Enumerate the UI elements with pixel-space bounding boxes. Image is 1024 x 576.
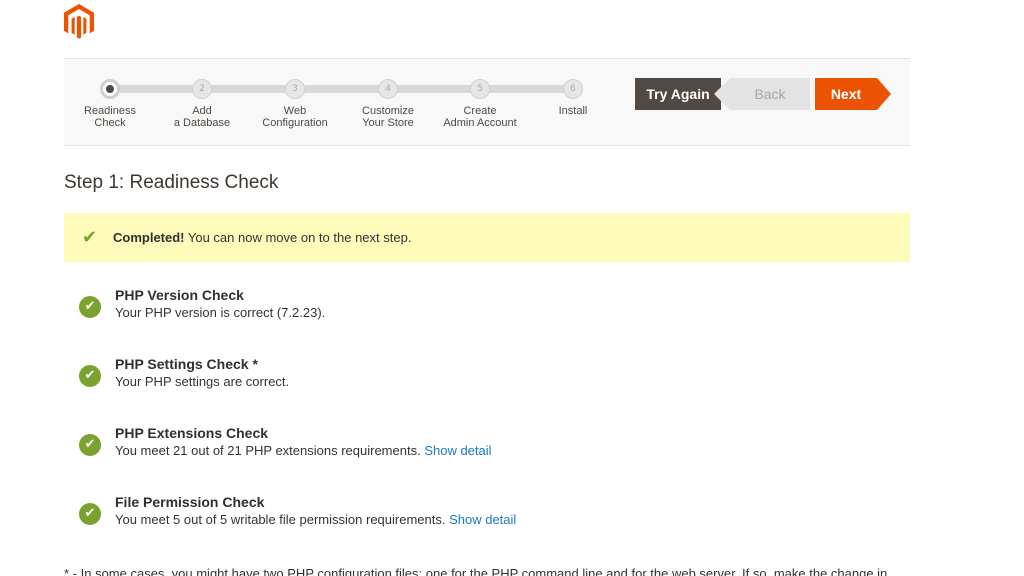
step-label: Create Admin Account [443, 105, 517, 129]
step-number: 2 [192, 79, 212, 99]
wizard-step-customize-store: 4 Customize Your Store [342, 79, 434, 129]
checkmark-icon: ✔ [82, 227, 98, 248]
wizard-step-web-configuration: 3 Web Configuration [249, 79, 341, 129]
step-number: 5 [470, 79, 490, 99]
success-check-icon: ✔ [79, 365, 101, 387]
php-extensions-check: ✔ PHP Extensions Check You meet 21 out o… [64, 425, 910, 471]
show-detail-link[interactable]: Show detail [449, 512, 516, 527]
success-check-icon: ✔ [79, 503, 101, 525]
check-title: PHP Extensions Check [115, 425, 269, 441]
success-check-icon: ✔ [79, 296, 101, 318]
check-description: Your PHP version is correct (7.2.23). [115, 305, 326, 320]
back-button[interactable]: Back [714, 78, 810, 110]
completed-notice: ✔ Completed! You can now move on to the … [64, 213, 910, 262]
page-title: Step 1: Readiness Check [64, 172, 279, 193]
setup-wizard-progress: Readiness Check 2 Add a Database 3 Web C… [64, 58, 910, 146]
check-description: You meet 21 out of 21 PHP extensions req… [115, 443, 492, 458]
wizard-step-install: 6 Install [527, 79, 619, 117]
file-permission-check: ✔ File Permission Check You meet 5 out o… [64, 494, 910, 540]
check-description: You meet 5 out of 5 writable file permis… [115, 512, 517, 527]
step-label: Web Configuration [262, 105, 328, 129]
step-number: 6 [563, 79, 583, 99]
check-title: PHP Settings Check * [115, 356, 258, 372]
php-config-footnote: * - In some cases, you might have two PH… [64, 566, 888, 576]
step-label: Add a Database [173, 105, 231, 129]
wizard-step-readiness-check: Readiness Check [64, 79, 156, 129]
notice-message: Completed! You can now move on to the ne… [113, 230, 412, 245]
try-again-button[interactable]: Try Again [635, 78, 721, 110]
show-detail-link[interactable]: Show detail [424, 443, 491, 458]
success-check-icon: ✔ [79, 434, 101, 456]
wizard-step-create-admin: 5 Create Admin Account [434, 79, 526, 129]
step-number: 3 [285, 79, 305, 99]
magento-logo-icon[interactable] [63, 4, 95, 40]
php-version-check: ✔ PHP Version Check Your PHP version is … [64, 287, 910, 333]
check-title: File Permission Check [115, 494, 265, 510]
step-label: Install [558, 105, 588, 117]
check-title: PHP Version Check [115, 287, 244, 303]
step-dot-current-icon [100, 79, 120, 99]
step-number: 4 [378, 79, 398, 99]
step-label: Customize Your Store [362, 105, 414, 129]
next-button[interactable]: Next [815, 78, 891, 110]
php-settings-check: ✔ PHP Settings Check * Your PHP settings… [64, 356, 910, 402]
check-description: Your PHP settings are correct. [115, 374, 290, 389]
step-label: Readiness Check [84, 105, 136, 129]
wizard-step-add-database: 2 Add a Database [156, 79, 248, 129]
